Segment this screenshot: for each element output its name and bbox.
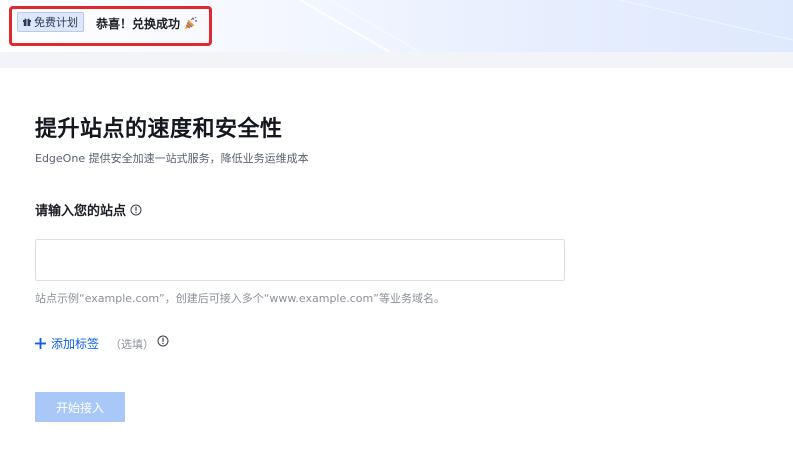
redeem-success-text: 恭喜！兑换成功 xyxy=(96,16,181,31)
redeem-success-message: 恭喜！兑换成功 xyxy=(96,14,198,32)
add-tag-label: 添加标签 xyxy=(51,336,100,351)
plan-badge-label: 免费计划 xyxy=(34,16,78,29)
page-title: 提升站点的速度和安全性 xyxy=(35,117,283,142)
gift-icon xyxy=(23,18,31,26)
plus-icon xyxy=(35,337,46,349)
site-input[interactable] xyxy=(35,239,565,281)
site-input-hint: 站点示例“example.com”，创建后可接入多个“www.example.c… xyxy=(35,292,445,305)
site-field-label-text: 请输入您的站点 xyxy=(35,204,127,219)
site-field-label: 请输入您的站点 xyxy=(35,200,142,219)
add-tag-button[interactable]: 添加标签 xyxy=(35,334,99,352)
banner-divider-strip xyxy=(0,52,793,68)
info-icon[interactable] xyxy=(130,204,142,216)
start-onboarding-button[interactable]: 开始接入 xyxy=(35,392,125,422)
party-popper-icon xyxy=(185,16,198,29)
plan-badge: 免费计划 xyxy=(17,12,84,32)
tag-info-icon[interactable] xyxy=(157,335,169,347)
optional-label: （选填） xyxy=(110,338,154,351)
page-subtitle: EdgeOne 提供安全加速一站式服务，降低业务运维成本 xyxy=(35,152,309,165)
